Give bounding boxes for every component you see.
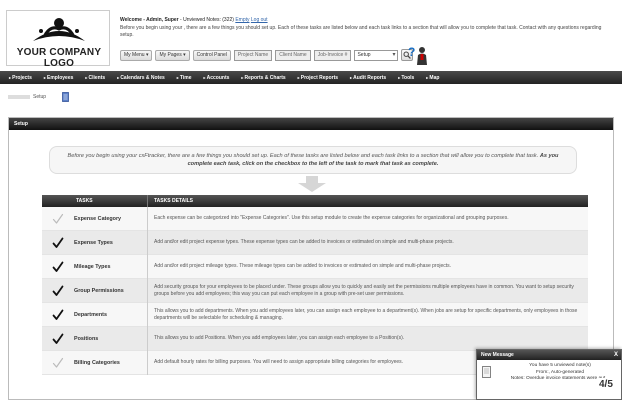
task-detail: Add and/or edit project mileage types. T… bbox=[154, 263, 452, 269]
logout-link[interactable]: Log out bbox=[251, 17, 268, 23]
table-row[interactable]: Group Permissions Add security groups for… bbox=[42, 278, 588, 303]
checkmark-icon bbox=[52, 333, 64, 344]
job-invoice-field[interactable]: Job-Invoice # bbox=[313, 49, 352, 61]
my-pages-button[interactable]: My Pages ▾ bbox=[155, 49, 190, 61]
unviewed-notes-link[interactable]: Unviewed Notes: (322) bbox=[183, 17, 234, 23]
breadcrumb-home-link[interactable] bbox=[8, 95, 30, 99]
new-message-popup: New Message X You have 5 unviewed note(s… bbox=[476, 349, 622, 400]
task-checkbox[interactable] bbox=[42, 333, 74, 345]
column-header-details: TASKS DETAILS bbox=[154, 198, 193, 204]
empty-link[interactable]: Empty bbox=[235, 17, 249, 23]
panel-title: Setup bbox=[9, 118, 613, 130]
nav-audit-reports[interactable]: Audit Reports bbox=[344, 75, 392, 81]
nav-calendars-notes[interactable]: Calendars & Notes bbox=[111, 75, 171, 81]
checkmark-icon bbox=[52, 285, 64, 296]
task-checkbox[interactable] bbox=[42, 213, 74, 225]
close-icon[interactable]: X bbox=[614, 350, 618, 360]
task-detail: Add and/or edit project expense types. T… bbox=[154, 239, 454, 245]
document-icon[interactable] bbox=[62, 92, 69, 102]
nav-time[interactable]: Time bbox=[171, 75, 198, 81]
nav-employees[interactable]: Employees bbox=[38, 75, 80, 81]
down-arrow-icon bbox=[298, 176, 326, 192]
callout-text: Before you begin using your cxFtracker, … bbox=[67, 153, 539, 159]
client-name-field[interactable]: Client Name bbox=[275, 49, 311, 61]
popup-title: New Message bbox=[481, 352, 514, 358]
checkmark-icon bbox=[52, 213, 64, 224]
task-name-link[interactable]: Mileage Types bbox=[74, 254, 148, 279]
tasks-table: TASKS TASKS DETAILS Expense Category Each… bbox=[42, 195, 588, 375]
column-header-tasks: TASKS bbox=[42, 195, 148, 207]
breadcrumb: Setup bbox=[8, 94, 46, 100]
svg-text:?: ? bbox=[408, 45, 415, 59]
toolbar: My Menu ▾ My Pages ▾ Control Panel Proje… bbox=[120, 48, 414, 62]
checkmark-icon bbox=[52, 357, 64, 368]
checkmark-icon bbox=[52, 237, 64, 248]
task-name-link[interactable]: Group Permissions bbox=[74, 278, 148, 303]
nav-project-reports[interactable]: Project Reports bbox=[292, 75, 344, 81]
task-checkbox[interactable] bbox=[42, 237, 74, 249]
task-detail: Add security groups for your employees t… bbox=[154, 283, 574, 297]
tasks-table-header: TASKS TASKS DETAILS bbox=[42, 195, 588, 207]
setup-instructions: Before you begin using your cxFtracker, … bbox=[49, 146, 577, 174]
table-row[interactable]: Mileage Types Add and/or edit project mil… bbox=[42, 254, 588, 279]
intro-text: Before you begin using your , there are … bbox=[120, 25, 602, 38]
control-panel-button[interactable]: Control Panel bbox=[192, 49, 231, 61]
search-scope-select[interactable]: Setup bbox=[354, 49, 399, 61]
task-detail: This allows you to add Positions. When y… bbox=[154, 335, 405, 341]
note-icon bbox=[482, 366, 491, 378]
task-checkbox[interactable] bbox=[42, 357, 74, 369]
page-header: YOUR COMPANY LOGO Welcome - Admin, Super… bbox=[0, 0, 622, 70]
nav-projects[interactable]: Projects bbox=[3, 75, 38, 81]
checkmark-icon bbox=[52, 309, 64, 320]
task-checkbox[interactable] bbox=[42, 261, 74, 273]
task-detail: This allows you to add departments. When… bbox=[154, 307, 578, 321]
logo-icon bbox=[33, 18, 85, 41]
breadcrumb-current: Setup bbox=[33, 94, 47, 100]
table-row[interactable]: Departments This allows you to add depart… bbox=[42, 302, 588, 327]
page-counter: 4/5 bbox=[598, 378, 614, 391]
help-icon[interactable]: ? bbox=[406, 44, 430, 66]
task-name-link[interactable]: Expense Types bbox=[74, 230, 148, 255]
task-name-link[interactable]: Positions bbox=[74, 326, 148, 351]
task-name-link[interactable]: Expense Category bbox=[74, 206, 148, 231]
project-name-field[interactable]: Project Name bbox=[233, 49, 273, 61]
task-name-link[interactable]: Departments bbox=[74, 302, 148, 327]
logo-text: YOUR COMPANY LOGO bbox=[16, 47, 102, 69]
company-logo[interactable]: YOUR COMPANY LOGO bbox=[6, 10, 110, 69]
task-checkbox[interactable] bbox=[42, 285, 74, 297]
checkmark-icon bbox=[52, 261, 64, 272]
main-nav: Projects Employees Clients Calendars & N… bbox=[0, 71, 622, 84]
nav-accounts[interactable]: Accounts bbox=[198, 75, 236, 81]
table-row[interactable]: Expense Category Each expense can be cate… bbox=[42, 206, 588, 231]
task-name-link[interactable]: Billing Categories bbox=[74, 350, 148, 375]
task-checkbox[interactable] bbox=[42, 309, 74, 321]
my-menu-button[interactable]: My Menu ▾ bbox=[120, 49, 153, 61]
table-row[interactable]: Expense Types Add and/or edit project exp… bbox=[42, 230, 588, 255]
nav-tools[interactable]: Tools bbox=[392, 75, 420, 81]
nav-map[interactable]: Map bbox=[420, 75, 445, 81]
popup-title-bar: New Message X bbox=[477, 350, 621, 360]
nav-clients[interactable]: Clients bbox=[79, 75, 111, 81]
welcome-line: Welcome - Admin, Super - Unviewed Notes:… bbox=[120, 17, 268, 23]
nav-reports-charts[interactable]: Reports & Charts bbox=[235, 75, 291, 81]
table-row[interactable]: Positions This allows you to add Position… bbox=[42, 326, 588, 351]
welcome-label: Welcome - Admin, Super bbox=[120, 17, 179, 23]
task-detail: Each expense can be categorized into "Ex… bbox=[154, 215, 509, 221]
